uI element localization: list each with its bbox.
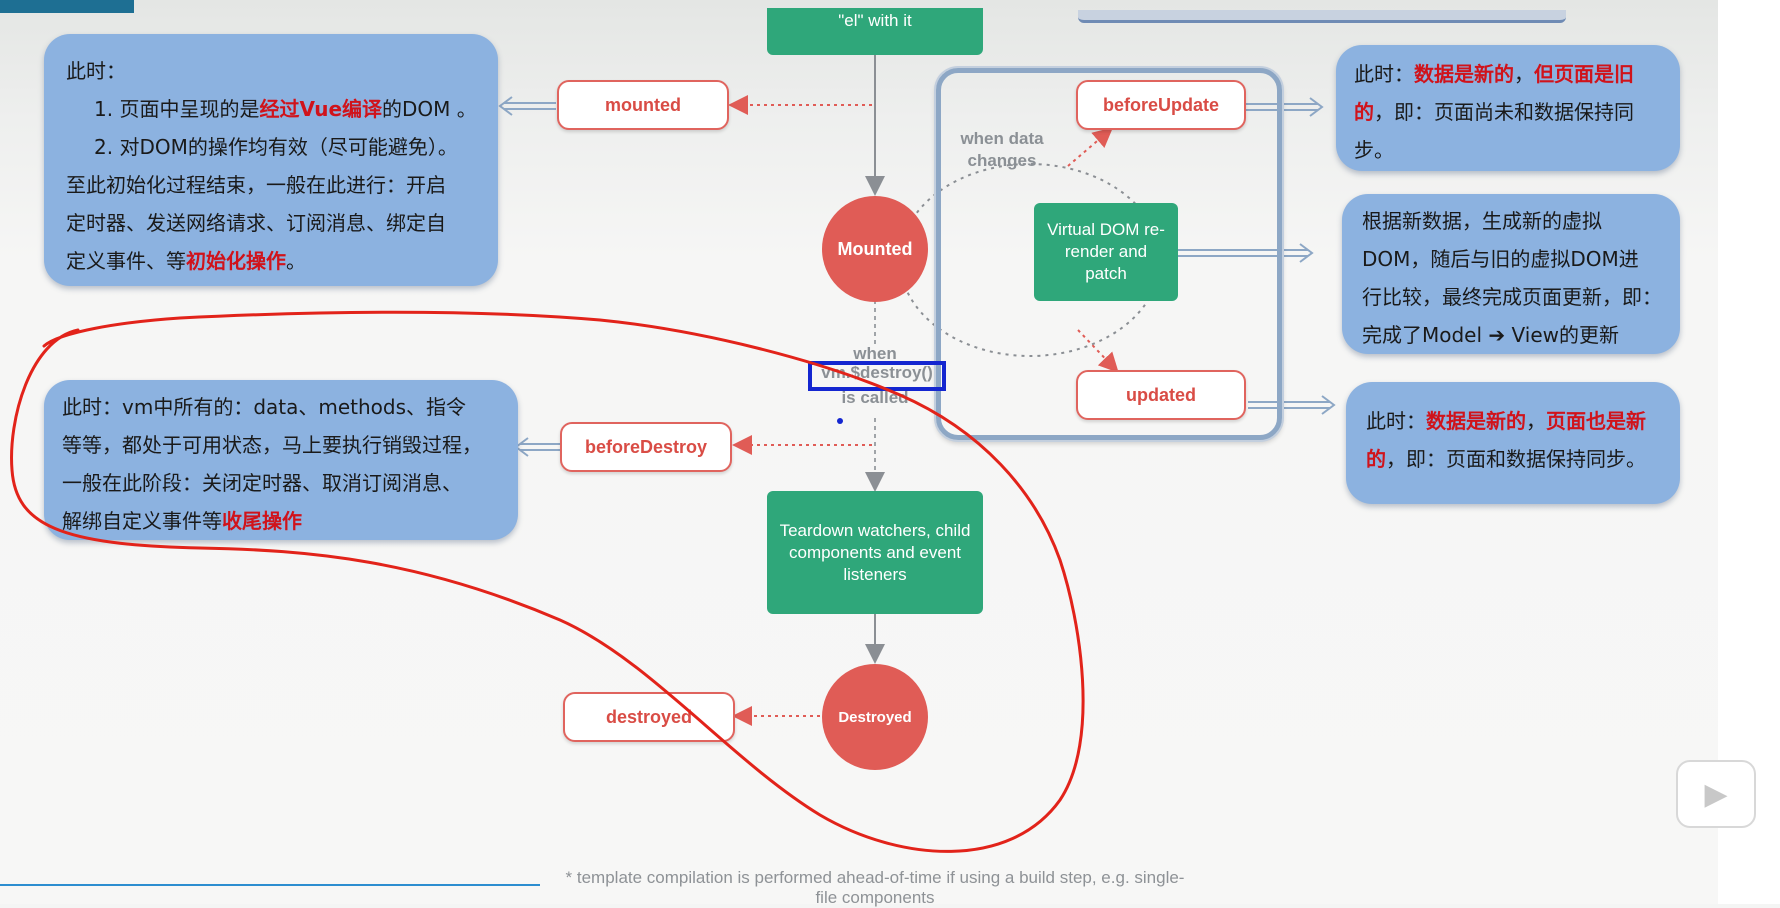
play-button[interactable]: ▶	[1676, 760, 1756, 828]
play-icon: ▶	[1704, 777, 1728, 811]
red-annotation-loop	[10, 310, 1085, 853]
progress-line	[0, 884, 540, 886]
template-footnote: * template compilation is performed ahea…	[565, 868, 1185, 907]
